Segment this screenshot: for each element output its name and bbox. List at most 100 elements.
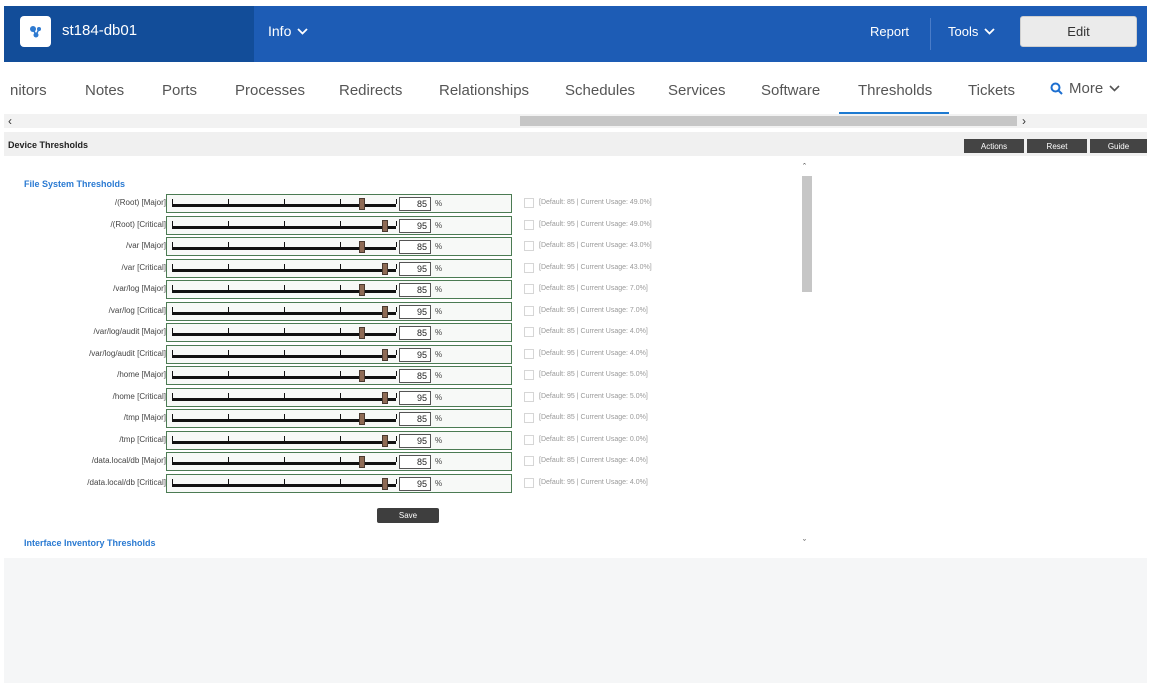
use-default-checkbox[interactable] <box>524 241 534 251</box>
threshold-slider-handle[interactable] <box>381 305 388 318</box>
scroll-up-icon[interactable]: ˆ <box>803 162 806 172</box>
threshold-value-input[interactable]: 85 <box>399 369 431 383</box>
guide-button[interactable]: Guide <box>1090 139 1147 153</box>
slider-tick <box>340 435 341 441</box>
use-default-checkbox[interactable] <box>524 305 534 316</box>
tools-menu[interactable]: Tools <box>948 24 995 39</box>
use-default-checkbox[interactable] <box>524 370 534 380</box>
device-logo-icon[interactable] <box>20 16 51 47</box>
threshold-slider-handle[interactable] <box>381 348 388 361</box>
tab-services[interactable]: Services <box>668 82 726 99</box>
threshold-value-input[interactable]: 95 <box>399 218 431 233</box>
threshold-row: /(Root) [Major] 85% [Default: 85 | Current… <box>4 194 800 214</box>
tab-redirects[interactable]: Redirects <box>339 82 402 99</box>
tab-notes[interactable]: Notes <box>85 82 124 99</box>
threshold-value-input[interactable]: 95 <box>399 347 431 362</box>
actions-button[interactable]: Actions <box>964 139 1024 153</box>
reset-button[interactable]: Reset <box>1027 139 1087 153</box>
use-default-checkbox[interactable] <box>524 219 534 230</box>
threshold-value-input[interactable]: 95 <box>399 390 431 405</box>
tab-processes[interactable]: Processes <box>235 82 305 99</box>
slider-tick <box>340 242 341 247</box>
use-default-checkbox[interactable] <box>524 327 534 337</box>
threshold-value-input[interactable]: 85 <box>399 283 431 297</box>
threshold-slider-handle[interactable] <box>359 413 366 425</box>
threshold-slider-handle[interactable] <box>381 262 388 275</box>
percent-unit: % <box>435 242 443 251</box>
use-default-checkbox[interactable] <box>524 198 534 208</box>
slider-tick <box>396 478 397 484</box>
threshold-value-input[interactable]: 85 <box>399 326 431 340</box>
more-tabs-menu[interactable]: More <box>1050 80 1120 97</box>
use-default-checkbox[interactable] <box>524 262 534 273</box>
threshold-value-input[interactable]: 85 <box>399 197 431 211</box>
threshold-value-input[interactable]: 85 <box>399 240 431 254</box>
threshold-slider-group: 95% <box>166 258 512 278</box>
threshold-value-input[interactable]: 85 <box>399 455 431 469</box>
scroll-right-icon[interactable]: › <box>1022 114 1026 128</box>
threshold-slider-track[interactable] <box>172 440 396 444</box>
slider-tick <box>172 435 173 441</box>
threshold-slider-track[interactable] <box>172 354 396 358</box>
threshold-slider-group: 95% <box>166 215 512 235</box>
threshold-slider-handle[interactable] <box>381 477 388 490</box>
use-default-checkbox[interactable] <box>524 456 534 466</box>
threshold-slider-handle[interactable] <box>381 434 388 447</box>
threshold-value-input[interactable]: 95 <box>399 433 431 448</box>
slider-tick <box>172 242 173 247</box>
threshold-slider-track[interactable] <box>172 311 396 315</box>
threshold-slider-handle[interactable] <box>381 219 388 232</box>
threshold-slider-track[interactable] <box>172 268 396 272</box>
scroll-left-icon[interactable]: ‹ <box>8 114 12 128</box>
slider-tick <box>172 328 173 333</box>
threshold-value-input[interactable]: 85 <box>399 412 431 426</box>
report-button[interactable]: Report <box>870 24 909 39</box>
scrollbar-thumb[interactable] <box>520 116 1017 126</box>
threshold-slider-handle[interactable] <box>359 241 366 253</box>
edit-button[interactable]: Edit <box>1020 16 1137 47</box>
threshold-slider-track[interactable] <box>172 397 396 401</box>
tab-schedules[interactable]: Schedules <box>565 82 635 99</box>
threshold-value-input[interactable]: 95 <box>399 476 431 491</box>
panel-scrollbar[interactable]: ˆ ˇ <box>800 162 816 554</box>
slider-tick <box>228 306 229 312</box>
slider-tick <box>340 457 341 462</box>
tab-thresholds[interactable]: Thresholds <box>858 82 932 99</box>
slider-tick <box>340 371 341 376</box>
threshold-slider-group: 85% <box>166 366 512 385</box>
threshold-slider-handle[interactable] <box>359 198 366 210</box>
tab-ports[interactable]: Ports <box>162 82 197 99</box>
slider-tick <box>340 414 341 419</box>
use-default-checkbox[interactable] <box>524 477 534 488</box>
threshold-slider-handle[interactable] <box>359 370 366 382</box>
percent-unit: % <box>435 457 443 466</box>
threshold-value-input[interactable]: 95 <box>399 304 431 319</box>
tab-relationships[interactable]: Relationships <box>439 82 529 99</box>
use-default-checkbox[interactable] <box>524 434 534 445</box>
threshold-slider-handle[interactable] <box>381 391 388 404</box>
use-default-checkbox[interactable] <box>524 413 534 423</box>
threshold-slider-handle[interactable] <box>359 456 366 468</box>
divider <box>930 18 931 50</box>
right-blank-area <box>816 156 1147 558</box>
scrollbar-thumb[interactable] <box>802 176 812 292</box>
tab-scrollbar[interactable]: ‹ › <box>4 114 1147 128</box>
slider-tick <box>284 478 285 484</box>
tab-software[interactable]: Software <box>761 82 820 99</box>
use-default-checkbox[interactable] <box>524 391 534 402</box>
tab-tickets[interactable]: Tickets <box>968 82 1015 99</box>
threshold-row: /var/log/audit [Critical] 95% [Default: 95… <box>4 344 800 365</box>
threshold-slider-handle[interactable] <box>359 284 366 296</box>
threshold-value-input[interactable]: 95 <box>399 261 431 276</box>
use-default-checkbox[interactable] <box>524 284 534 294</box>
tab-monitors[interactable]: nitors <box>10 82 47 99</box>
threshold-slider-track[interactable] <box>172 225 396 229</box>
percent-unit: % <box>435 371 443 380</box>
threshold-slider-handle[interactable] <box>359 327 366 339</box>
scroll-down-icon[interactable]: ˇ <box>803 538 806 548</box>
save-button[interactable]: Save <box>377 508 439 523</box>
threshold-label: /home [Major] <box>117 370 166 379</box>
threshold-slider-track[interactable] <box>172 483 396 487</box>
info-menu[interactable]: Info <box>268 23 308 39</box>
use-default-checkbox[interactable] <box>524 348 534 359</box>
